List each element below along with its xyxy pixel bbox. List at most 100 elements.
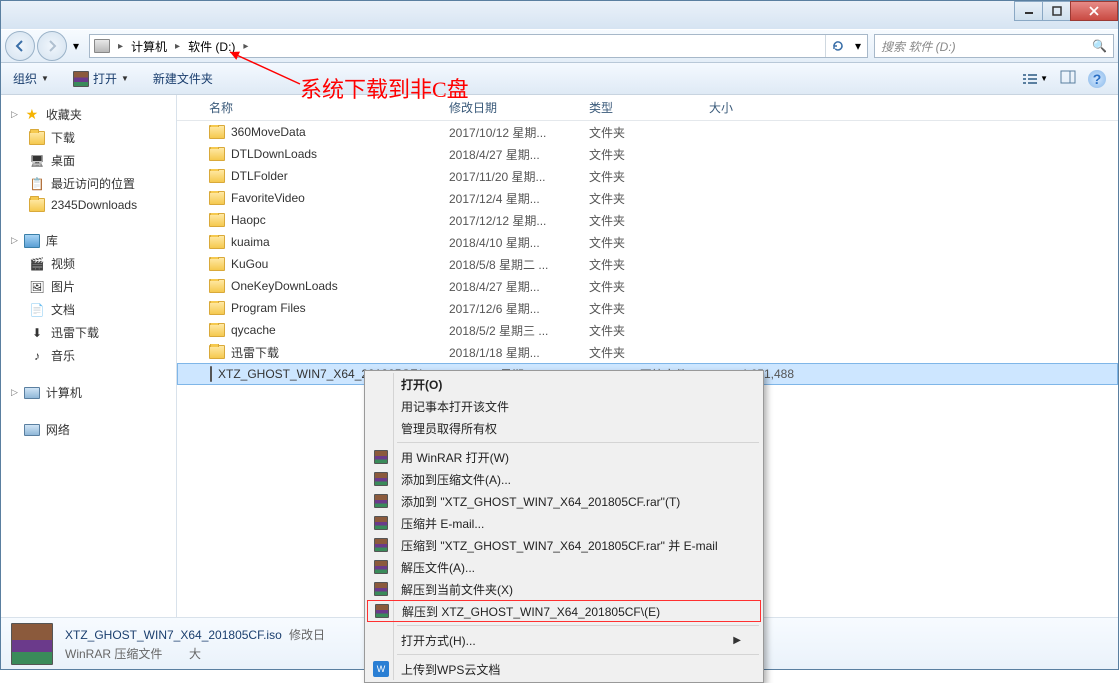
sidebar-item-documents[interactable]: 📄文档 — [1, 298, 176, 321]
sidebar-network[interactable]: ▷网络 — [1, 418, 176, 441]
new-folder-button[interactable]: 新建文件夹 — [147, 67, 219, 90]
sidebar-item-video[interactable]: 🎬视频 — [1, 252, 176, 275]
context-menu-item[interactable]: 用记事本打开该文件 — [367, 395, 761, 417]
rar-icon — [374, 516, 388, 530]
file-name: DTLDownLoads — [201, 147, 441, 161]
network-icon — [24, 424, 40, 436]
context-menu-item[interactable]: 管理员取得所有权 — [367, 417, 761, 439]
context-menu-item[interactable]: 压缩并 E-mail... — [367, 512, 761, 534]
file-name: 360MoveData — [201, 125, 441, 139]
folder-icon — [209, 125, 225, 139]
drive-icon — [94, 39, 110, 53]
col-name[interactable]: 名称 — [201, 99, 441, 116]
file-name: FavoriteVideo — [201, 191, 441, 205]
file-row[interactable]: KuGou2018/5/8 星期二 ...文件夹 — [177, 253, 1118, 275]
column-headers[interactable]: 名称 修改日期 类型 大小 — [177, 95, 1118, 121]
help-button[interactable]: ? — [1088, 70, 1106, 88]
sidebar-favorites[interactable]: ▷★收藏夹 — [1, 103, 176, 126]
sidebar-item-music[interactable]: ♪音乐 — [1, 344, 176, 367]
file-type: 文件夹 — [581, 124, 701, 141]
col-type[interactable]: 类型 — [581, 99, 701, 116]
chevron-right-icon[interactable]: ▸ — [114, 41, 127, 52]
search-input[interactable]: 搜索 软件 (D:) 🔍 — [874, 34, 1114, 58]
file-row[interactable]: FavoriteVideo2017/12/4 星期...文件夹 — [177, 187, 1118, 209]
context-menu-item[interactable]: 用 WinRAR 打开(W) — [367, 446, 761, 468]
nav-forward-button[interactable] — [37, 31, 67, 61]
chevron-right-icon[interactable]: ▸ — [171, 41, 184, 52]
file-name: qycache — [201, 323, 441, 337]
sidebar-libraries[interactable]: ▷库 — [1, 229, 176, 252]
nav-back-button[interactable] — [5, 31, 35, 61]
rar-icon — [73, 71, 89, 87]
context-menu-item[interactable]: 解压到 XTZ_GHOST_WIN7_X64_201805CF\(E) — [367, 600, 761, 622]
address-bar[interactable]: ▸ 计算机 ▸ 软件 (D:) ▸ ▾ — [89, 34, 868, 58]
context-menu-item[interactable]: 打开方式(H)...▶ — [367, 629, 761, 651]
rar-icon — [374, 494, 388, 508]
file-type: 文件夹 — [581, 212, 701, 229]
sidebar-item-recent[interactable]: 📋最近访问的位置 — [1, 172, 176, 195]
file-row[interactable]: 360MoveData2017/10/12 星期...文件夹 — [177, 121, 1118, 143]
sidebar-computer[interactable]: ▷计算机 — [1, 381, 176, 404]
document-icon: 📄 — [29, 302, 45, 318]
sidebar-item-pictures[interactable]: 🖼图片 — [1, 275, 176, 298]
rar-icon-large — [11, 623, 53, 665]
context-menu-item[interactable]: 解压文件(A)... — [367, 556, 761, 578]
rar-icon — [374, 472, 388, 486]
open-button[interactable]: 打开▼ — [67, 67, 135, 90]
wps-icon: W — [373, 661, 389, 677]
breadcrumb-computer[interactable]: 计算机 — [127, 35, 171, 57]
sidebar-item-desktop[interactable]: 🖥桌面 — [1, 149, 176, 172]
file-date: 2017/12/4 星期... — [441, 190, 581, 207]
folder-icon — [209, 235, 225, 249]
close-button[interactable] — [1070, 1, 1118, 21]
context-menu-item[interactable]: W上传到WPS云文档 — [367, 658, 761, 680]
breadcrumb-drive[interactable]: 软件 (D:) — [184, 35, 239, 57]
folder-icon — [209, 279, 225, 293]
context-menu-item[interactable]: 打开(O) — [367, 373, 761, 395]
view-options-button[interactable]: ▼ — [1022, 72, 1048, 86]
file-row[interactable]: Haopc2017/12/12 星期...文件夹 — [177, 209, 1118, 231]
titlebar — [1, 1, 1118, 29]
preview-pane-button[interactable] — [1060, 70, 1076, 87]
context-menu-item[interactable]: 添加到 "XTZ_GHOST_WIN7_X64_201805CF.rar"(T) — [367, 490, 761, 512]
file-type: 文件夹 — [581, 278, 701, 295]
context-menu-item[interactable]: 压缩到 "XTZ_GHOST_WIN7_X64_201805CF.rar" 并 … — [367, 534, 761, 556]
file-row[interactable]: 迅雷下载2018/1/18 星期...文件夹 — [177, 341, 1118, 363]
sidebar-item-thunder[interactable]: ⬇迅雷下载 — [1, 321, 176, 344]
refresh-button[interactable] — [825, 35, 849, 57]
organize-menu[interactable]: 组织▼ — [7, 67, 55, 90]
file-row[interactable]: Program Files2017/12/6 星期...文件夹 — [177, 297, 1118, 319]
file-date: 2017/12/12 星期... — [441, 212, 581, 229]
file-row[interactable]: OneKeyDownLoads2018/4/27 星期...文件夹 — [177, 275, 1118, 297]
minimize-button[interactable] — [1014, 1, 1043, 21]
chevron-right-icon[interactable]: ▸ — [239, 41, 252, 52]
context-menu: 打开(O)用记事本打开该文件管理员取得所有权用 WinRAR 打开(W)添加到压… — [364, 370, 764, 683]
sidebar: ▷★收藏夹 下载 🖥桌面 📋最近访问的位置 2345Downloads ▷库 🎬… — [1, 95, 177, 617]
folder-icon — [209, 169, 225, 183]
file-date: 2018/5/2 星期三 ... — [441, 322, 581, 339]
sidebar-item-2345[interactable]: 2345Downloads — [1, 195, 176, 215]
file-date: 2017/10/12 星期... — [441, 124, 581, 141]
folder-icon — [209, 323, 225, 337]
rar-icon — [375, 604, 389, 618]
thunder-icon: ⬇ — [29, 325, 45, 341]
addr-dropdown[interactable]: ▾ — [849, 39, 867, 53]
maximize-button[interactable] — [1042, 1, 1071, 21]
folder-icon — [209, 345, 225, 359]
context-menu-item[interactable]: 解压到当前文件夹(X) — [367, 578, 761, 600]
toolbar: 组织▼ 打开▼ 新建文件夹 ▼ ? — [1, 63, 1118, 95]
nav-history-dropdown[interactable]: ▾ — [69, 31, 83, 61]
file-row[interactable]: DTLDownLoads2018/4/27 星期...文件夹 — [177, 143, 1118, 165]
file-row[interactable]: qycache2018/5/2 星期三 ...文件夹 — [177, 319, 1118, 341]
file-row[interactable]: kuaima2018/4/10 星期...文件夹 — [177, 231, 1118, 253]
file-type: 文件夹 — [581, 322, 701, 339]
sidebar-item-downloads[interactable]: 下载 — [1, 126, 176, 149]
context-menu-item[interactable]: 添加到压缩文件(A)... — [367, 468, 761, 490]
file-row[interactable]: DTLFolder2017/11/20 星期...文件夹 — [177, 165, 1118, 187]
details-filetype: WinRAR 压缩文件 — [65, 647, 162, 661]
file-type: 文件夹 — [581, 256, 701, 273]
col-size[interactable]: 大小 — [701, 99, 801, 116]
folder-icon — [209, 191, 225, 205]
search-icon[interactable]: 🔍 — [1092, 39, 1107, 53]
col-date[interactable]: 修改日期 — [441, 99, 581, 116]
